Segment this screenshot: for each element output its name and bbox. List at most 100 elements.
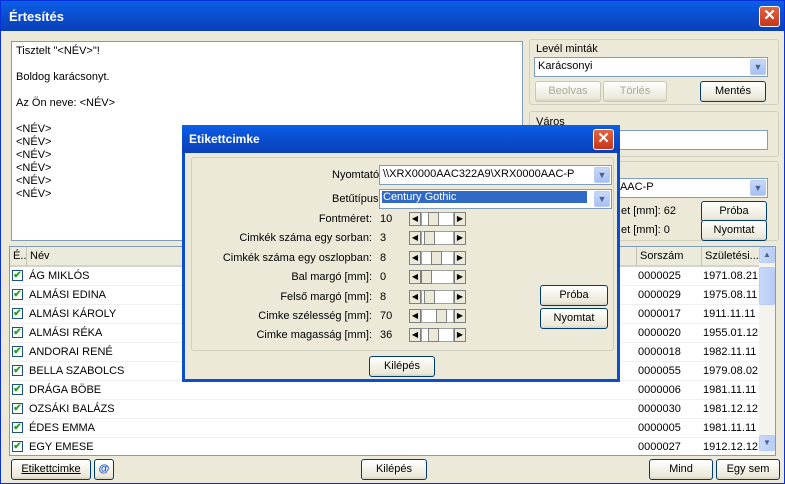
slider-left-icon[interactable]: ◀ xyxy=(409,231,421,246)
row-name: DRÁGA BÖBE xyxy=(29,384,102,396)
row-checkbox[interactable]: ✔ xyxy=(12,422,23,433)
vertical-scrollbar[interactable]: ▲ ▼ xyxy=(759,247,775,455)
printer-label: Nyomtató xyxy=(332,169,380,181)
slider-thumb[interactable] xyxy=(431,250,442,265)
slider-left-icon[interactable]: ◀ xyxy=(409,328,421,343)
chevron-down-icon[interactable]: ▼ xyxy=(750,180,766,196)
field-label: Cimke magasság [mm]: xyxy=(256,329,372,342)
templates-label: Levél minták xyxy=(536,43,598,55)
field-label: Fontméret: xyxy=(318,213,372,225)
field-value: 3 xyxy=(380,232,387,245)
field-slider[interactable]: ◀ ▶ xyxy=(409,270,466,285)
font-label: Betűtípus xyxy=(332,193,379,205)
row-checkbox[interactable]: ✔ xyxy=(12,327,23,338)
close-window-button[interactable]: ✕ xyxy=(759,6,780,27)
chevron-down-icon[interactable]: ▼ xyxy=(750,59,766,75)
row-checkbox[interactable]: ✔ xyxy=(12,441,23,452)
field-slider[interactable]: ◀ ▶ xyxy=(409,250,466,265)
slider-thumb[interactable] xyxy=(424,289,435,304)
slider-left-icon[interactable]: ◀ xyxy=(409,250,421,265)
row-birth: 1975.08.11 xyxy=(703,289,758,301)
slider-right-icon[interactable]: ▶ xyxy=(454,212,466,226)
row-name: ALMÁSI KÁROLY xyxy=(29,308,117,320)
row-number: 0000055 xyxy=(638,365,681,377)
slider-right-icon[interactable]: ▶ xyxy=(454,231,466,246)
slider-right-icon[interactable]: ▶ xyxy=(454,309,466,323)
font-select[interactable]: Century Gothic ▼ xyxy=(379,189,612,209)
slider-left-icon[interactable]: ◀ xyxy=(409,270,421,285)
table-row[interactable]: ✔ ÉDES EMMA 0000005 1981.11.11 xyxy=(10,419,762,438)
row-number: 0000029 xyxy=(638,289,681,301)
row-number: 0000025 xyxy=(638,270,681,282)
row-birth: 1979.08.02 xyxy=(703,365,759,377)
slider-right-icon[interactable]: ▶ xyxy=(454,250,466,265)
dialog-nyomtat-button[interactable]: Nyomtat xyxy=(540,308,608,329)
egy-sem-button[interactable]: Egy sem xyxy=(716,459,780,480)
nyomtat-button-bg[interactable]: Nyomtat xyxy=(701,220,767,241)
top-margin-label: et [mm]: 0 xyxy=(621,224,670,236)
slider-right-icon[interactable]: ▶ xyxy=(454,270,466,285)
mind-button[interactable]: Mind xyxy=(649,459,713,480)
scroll-up-icon[interactable]: ▲ xyxy=(759,247,775,263)
font-select-value: Century Gothic xyxy=(382,191,587,203)
row-checkbox[interactable]: ✔ xyxy=(12,365,23,376)
row-birth: 1981.12.12 xyxy=(703,403,759,415)
col-header-number[interactable]: Sorszám xyxy=(637,247,702,267)
dialog-close-button[interactable]: ✕ xyxy=(593,129,614,150)
col-header-check[interactable]: É... xyxy=(10,247,27,267)
field-label: Bal margó [mm]: xyxy=(291,271,372,284)
row-checkbox[interactable]: ✔ xyxy=(12,403,23,414)
field-slider[interactable]: ◀ ▶ xyxy=(409,231,466,246)
row-checkbox[interactable]: ✔ xyxy=(12,289,23,300)
scroll-down-icon[interactable]: ▼ xyxy=(759,435,775,451)
kilepes-button[interactable]: Kilépés xyxy=(361,459,427,480)
field-slider[interactable]: ◀ ▶ xyxy=(409,309,466,323)
slider-thumb[interactable] xyxy=(424,231,435,246)
scroll-thumb[interactable] xyxy=(759,267,775,305)
beolvas-button[interactable]: Beolvas xyxy=(535,81,601,102)
template-select[interactable]: Karácsonyi ▼ xyxy=(534,57,768,77)
template-select-value: Karácsonyi xyxy=(538,60,593,72)
row-checkbox[interactable]: ✔ xyxy=(12,384,23,395)
slider-thumb[interactable] xyxy=(421,270,432,285)
row-checkbox[interactable]: ✔ xyxy=(12,346,23,357)
email-icon[interactable]: @ xyxy=(94,459,114,480)
chevron-down-icon[interactable]: ▼ xyxy=(594,167,610,183)
mentes-button[interactable]: Mentés xyxy=(700,81,766,102)
slider-thumb[interactable] xyxy=(436,309,447,323)
slider-left-icon[interactable]: ◀ xyxy=(409,212,421,226)
etikett-button[interactable]: Etikettcimke xyxy=(11,459,91,480)
table-row[interactable]: ✔ DRÁGA BÖBE 0000006 1981.11.11 xyxy=(10,381,762,400)
slider-right-icon[interactable]: ▶ xyxy=(454,289,466,304)
row-name: ANDORAI RENÉ xyxy=(29,346,113,358)
window-title: Értesítés xyxy=(9,9,64,24)
dialog-proba-button[interactable]: Próba xyxy=(540,285,608,306)
etikett-button-label: Etikettcimke xyxy=(21,463,81,475)
row-number: 0000006 xyxy=(638,384,681,396)
field-slider[interactable]: ◀ ▶ xyxy=(409,289,466,304)
row-number: 0000020 xyxy=(638,327,681,339)
slider-left-icon[interactable]: ◀ xyxy=(409,289,421,304)
field-value: 8 xyxy=(380,251,387,264)
printer-select[interactable]: \\XRX0000AAC322A9\XRX0000AAC-P ▼ xyxy=(379,165,612,185)
field-slider[interactable]: ◀ ▶ xyxy=(409,212,466,226)
field-value: 8 xyxy=(380,290,387,303)
row-name: ÉDES EMMA xyxy=(29,422,96,434)
field-slider[interactable]: ◀ ▶ xyxy=(409,328,466,343)
row-number: 0000027 xyxy=(638,441,681,453)
slider-right-icon[interactable]: ▶ xyxy=(454,328,466,343)
row-checkbox[interactable]: ✔ xyxy=(12,308,23,319)
dialog-title-bar: Etikettcimke ✕ xyxy=(182,125,620,153)
torles-button[interactable]: Törlés xyxy=(603,81,667,102)
row-checkbox[interactable]: ✔ xyxy=(12,270,23,281)
proba-button-bg[interactable]: Próba xyxy=(701,201,767,222)
col-header-birth[interactable]: Születési... xyxy=(702,247,762,267)
chevron-down-icon[interactable]: ▼ xyxy=(594,191,610,207)
slider-thumb[interactable] xyxy=(428,328,439,343)
field-value: 0 xyxy=(380,271,387,284)
table-row[interactable]: ✔ OZSÁKI BALÁZS 0000030 1981.12.12 xyxy=(10,400,762,419)
slider-thumb[interactable] xyxy=(428,212,439,226)
table-row[interactable]: ✔ EGY EMESE 0000027 1912.12.12 xyxy=(10,438,762,455)
dialog-kilepes-button[interactable]: Kilépés xyxy=(369,356,435,377)
slider-left-icon[interactable]: ◀ xyxy=(409,309,421,323)
